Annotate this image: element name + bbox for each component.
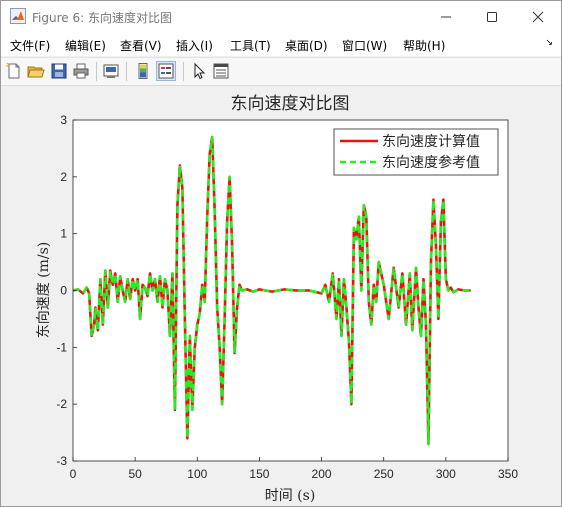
- matlab-app-icon: [10, 8, 26, 24]
- toolbar-separator: [183, 62, 184, 81]
- save-icon[interactable]: [50, 62, 68, 80]
- minimize-button[interactable]: [423, 1, 469, 32]
- new-figure-icon[interactable]: [5, 62, 23, 80]
- property-editor-icon[interactable]: [212, 62, 230, 80]
- menu-window[interactable]: 窗口(W): [342, 37, 387, 54]
- menu-overflow-arrow-icon[interactable]: ↘: [545, 38, 553, 48]
- menu-file[interactable]: 文件(F): [10, 37, 50, 54]
- menu-edit[interactable]: 编辑(E): [65, 37, 106, 54]
- x-tick-label: 250: [374, 467, 394, 481]
- link-plot-icon[interactable]: [102, 62, 120, 80]
- x-tick-label: 0: [70, 467, 77, 481]
- close-button[interactable]: [515, 1, 561, 32]
- figure-toolbar: [1, 57, 561, 86]
- menu-view[interactable]: 查看(V): [120, 37, 162, 54]
- maximize-button[interactable]: [469, 1, 515, 32]
- y-tick-label: 1: [60, 227, 67, 241]
- open-file-icon[interactable]: [27, 62, 45, 80]
- menu-insert[interactable]: 插入(I): [176, 37, 213, 54]
- x-tick-label: 150: [249, 467, 269, 481]
- legend-icon[interactable]: [156, 61, 176, 81]
- minimize-icon: [441, 16, 451, 18]
- y-axis-label: 东向速度 (m/s): [36, 242, 52, 339]
- menu-help[interactable]: 帮助(H): [403, 37, 445, 54]
- menu-tools[interactable]: 工具(T): [230, 37, 271, 54]
- title-bar[interactable]: Figure 6: 东向速度对比图: [1, 1, 561, 32]
- x-tick-label: 50: [128, 467, 142, 481]
- pointer-icon[interactable]: [190, 62, 208, 80]
- plot-canvas[interactable]: 东向速度对比图 0 50 100 150 200 250 300 3503210-1-2-3 …: [0, 85, 560, 505]
- colorbar-icon[interactable]: [134, 62, 152, 80]
- x-tick-label: 200: [312, 467, 332, 481]
- y-tick-label: -3: [56, 454, 67, 468]
- legend-label-computed: 东向速度计算值: [382, 134, 480, 150]
- y-tick-label: 0: [60, 284, 67, 298]
- x-tick-label: 350: [498, 467, 518, 481]
- y-tick-label: 2: [60, 170, 67, 184]
- window-title: Figure 6: 东向速度对比图: [32, 11, 172, 25]
- y-tick-label: -2: [56, 397, 67, 411]
- x-axis-label: 时间 (s): [265, 488, 316, 504]
- menu-bar: 文件(F) 编辑(E) 查看(V) 插入(I) 工具(T) 桌面(D) 窗口(W…: [1, 32, 561, 56]
- close-icon: [532, 11, 544, 23]
- menu-desktop[interactable]: 桌面(D): [285, 37, 328, 54]
- toolbar-separator: [126, 62, 127, 81]
- toolbar-separator: [96, 62, 97, 81]
- maximize-icon: [487, 12, 497, 22]
- x-tick-label: 300: [436, 467, 456, 481]
- chart-title: 东向速度对比图: [231, 94, 350, 114]
- y-tick-label: -1: [56, 340, 67, 354]
- print-icon[interactable]: [72, 62, 90, 80]
- y-tick-label: 3: [60, 113, 67, 127]
- legend[interactable]: 东向速度计算值 东向速度参考值: [333, 128, 499, 176]
- legend-label-reference: 东向速度参考值: [382, 154, 480, 171]
- x-tick-label: 100: [187, 467, 207, 481]
